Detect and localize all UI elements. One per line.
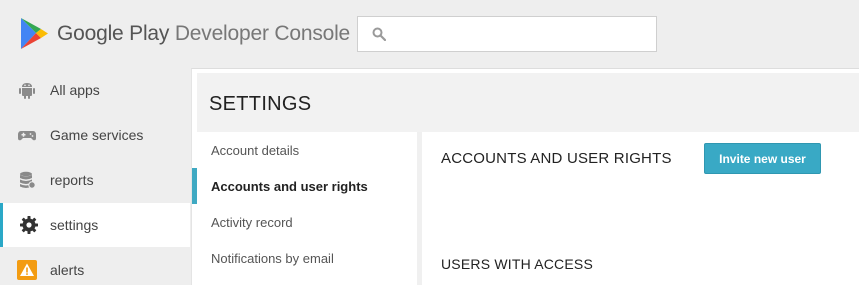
accounts-content: ACCOUNTS AND USER RIGHTS Invite new user…: [422, 132, 859, 285]
sidebar-item-reports[interactable]: reports: [0, 158, 190, 202]
brand-google-play: Google Play: [57, 22, 170, 45]
subnav-item-label: Activity record: [211, 215, 293, 230]
console-title: Google Play Developer Console: [57, 22, 350, 46]
sidebar-item-label: Game services: [50, 127, 144, 143]
subnav-item-notifications-by-email[interactable]: Notifications by email: [192, 240, 417, 276]
subnav-item-account-details[interactable]: Account details: [192, 132, 417, 168]
search-input[interactable]: [357, 16, 657, 52]
left-sidebar: All apps Game services reports settings …: [0, 68, 190, 285]
sidebar-item-label: alerts: [50, 262, 85, 278]
subnav-item-activity-record[interactable]: Activity record: [192, 204, 417, 240]
settings-panel: SETTINGS Account details Accounts and us…: [191, 68, 859, 285]
warning-icon: [17, 260, 37, 280]
subnav-item-label: Accounts and user rights: [211, 179, 368, 194]
sidebar-item-all-apps[interactable]: All apps: [0, 68, 190, 112]
google-play-logo-icon[interactable]: [19, 17, 49, 51]
subnav-item-accounts-and-user-rights[interactable]: Accounts and user rights: [192, 168, 417, 204]
sidebar-item-label: settings: [50, 217, 99, 233]
gear-icon: [20, 216, 38, 234]
sidebar-item-alerts[interactable]: alerts: [0, 248, 190, 285]
sidebar-item-game-services[interactable]: Game services: [0, 113, 190, 157]
brand-developer-console: Developer Console: [169, 22, 351, 45]
section-title: ACCOUNTS AND USER RIGHTS: [441, 150, 672, 167]
sidebar-item-label: All apps: [50, 82, 100, 98]
settings-header: SETTINGS: [197, 73, 859, 132]
invite-new-user-button[interactable]: Invite new user: [704, 143, 821, 174]
users-with-access-heading: USERS WITH ACCESS: [441, 256, 593, 272]
settings-subnav: Account details Accounts and user rights…: [192, 132, 417, 285]
page-title: SETTINGS: [209, 93, 312, 115]
search-icon: [372, 27, 386, 41]
top-header: Google Play Developer Console: [0, 0, 859, 68]
database-icon: [20, 171, 36, 189]
subnav-item-label: Account details: [211, 143, 300, 158]
subnav-item-label: Notifications by email: [211, 251, 334, 266]
android-icon: [19, 83, 35, 99]
active-indicator: [192, 168, 197, 204]
gamepad-icon: [18, 131, 36, 141]
sidebar-item-label: reports: [50, 172, 94, 188]
sidebar-item-settings[interactable]: settings: [0, 203, 190, 247]
